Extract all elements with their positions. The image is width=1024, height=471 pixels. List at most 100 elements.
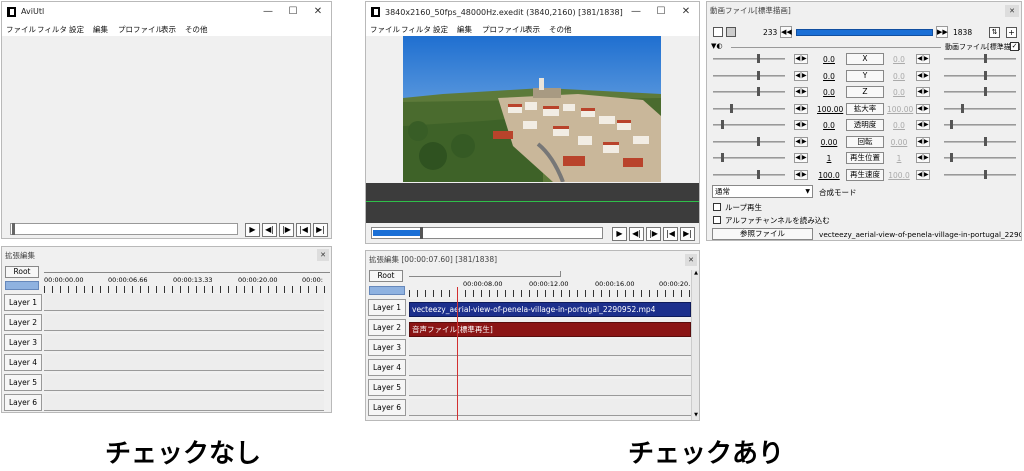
browse-file-button[interactable]: 参照ファイル xyxy=(712,228,813,240)
param-dec-right-icon[interactable]: ◀|▶ xyxy=(916,120,930,130)
scroll-down-icon[interactable]: ▼ xyxy=(692,412,699,420)
param-slider-thumb-left-6[interactable] xyxy=(721,153,724,162)
param-slider-thumb-right-0[interactable] xyxy=(984,54,987,63)
param-slider-thumb-left-4[interactable] xyxy=(721,120,724,129)
param-slider-left-7[interactable] xyxy=(713,173,785,176)
menu-view[interactable]: 表示 xyxy=(161,24,176,35)
param-dec-right-icon[interactable]: ◀|▶ xyxy=(916,136,930,147)
alpha-checkbox[interactable] xyxy=(713,216,721,224)
frame-prev-icon[interactable]: ◀◀ xyxy=(780,26,792,38)
menu-file[interactable]: ファイル xyxy=(370,24,400,35)
param-slider-right-0[interactable] xyxy=(944,58,1016,60)
seek-bar[interactable] xyxy=(371,227,603,239)
layout-icon-1[interactable] xyxy=(713,27,723,37)
param-slider-thumb-left-1[interactable] xyxy=(757,70,760,80)
param-button[interactable]: 透明度 xyxy=(846,119,884,131)
layer-label-1[interactable]: Layer 1 xyxy=(4,294,42,311)
menu-settings[interactable]: 設定 xyxy=(433,24,448,35)
param-button[interactable]: 拡大率 xyxy=(846,102,884,115)
layer-label-6[interactable]: Layer 6 xyxy=(4,394,42,411)
layer-label-3[interactable]: Layer 3 xyxy=(368,339,406,356)
go-start-icon[interactable]: |◀ xyxy=(663,227,678,241)
param-dec-right-icon[interactable]: ◀|▶ xyxy=(916,103,930,114)
loop-checkbox[interactable] xyxy=(713,203,721,211)
param-value-right[interactable]: 100.00 xyxy=(887,105,913,114)
param-value-left[interactable]: 0.00 xyxy=(817,138,841,147)
param-slider-thumb-left-7[interactable] xyxy=(757,169,760,179)
layer-label-6[interactable]: Layer 6 xyxy=(368,399,406,416)
param-value-left[interactable]: 0.0 xyxy=(817,88,841,97)
param-dec-left-icon[interactable]: ◀|▶ xyxy=(794,87,808,97)
param-slider-thumb-right-7[interactable] xyxy=(984,169,987,179)
param-slider-right-3[interactable] xyxy=(944,107,1016,110)
layer-track-2[interactable] xyxy=(44,314,324,331)
param-slider-right-6[interactable] xyxy=(944,157,1016,159)
root-button[interactable]: Root xyxy=(5,266,39,278)
param-value-right[interactable]: 0.0 xyxy=(887,72,911,81)
layer-label-2[interactable]: Layer 2 xyxy=(4,314,42,331)
minimize-button[interactable]: — xyxy=(625,4,647,20)
param-dec-right-icon[interactable]: ◀|▶ xyxy=(916,54,930,64)
param-slider-thumb-right-6[interactable] xyxy=(950,153,953,162)
param-dec-right-icon[interactable]: ◀|▶ xyxy=(916,70,930,81)
param-value-right[interactable]: 0.00 xyxy=(887,138,911,147)
menu-edit[interactable]: 編集 xyxy=(457,24,472,35)
param-dec-left-icon[interactable]: ◀|▶ xyxy=(794,169,808,180)
zoom-indicator[interactable] xyxy=(369,286,405,295)
param-slider-right-5[interactable] xyxy=(944,140,1016,143)
minimize-button[interactable]: — xyxy=(257,4,279,20)
param-slider-thumb-right-3[interactable] xyxy=(961,103,964,113)
menu-profile[interactable]: プロファイル xyxy=(482,24,527,35)
seek-bar[interactable] xyxy=(10,223,238,235)
ruler[interactable]: 00:00:08.00 00:00:12.00 00:00:16.00 00:0… xyxy=(409,270,691,298)
seek-thumb[interactable] xyxy=(12,223,15,235)
timeline-close-button[interactable]: ✕ xyxy=(317,249,329,261)
layer-track-4[interactable] xyxy=(44,354,324,371)
param-slider-right-4[interactable] xyxy=(944,124,1016,126)
param-button[interactable]: Z xyxy=(846,86,884,98)
param-value-right[interactable]: 100.0 xyxy=(887,171,911,180)
layer-label-2[interactable]: Layer 2 xyxy=(368,319,406,336)
menu-file[interactable]: ファイル xyxy=(6,24,36,35)
layer-track-1[interactable] xyxy=(44,294,324,311)
param-slider-thumb-left-5[interactable] xyxy=(757,136,760,146)
param-value-left[interactable]: 0.0 xyxy=(817,72,841,81)
play-icon[interactable]: ▶ xyxy=(612,227,627,241)
param-button[interactable]: Y xyxy=(846,69,884,82)
layer-label-1[interactable]: Layer 1 xyxy=(368,299,406,316)
param-value-left[interactable]: 0.0 xyxy=(817,121,841,130)
menu-view[interactable]: 表示 xyxy=(525,24,540,35)
param-slider-left-3[interactable] xyxy=(713,107,785,110)
audio-clip[interactable]: 音声ファイル[標準再生] xyxy=(409,322,691,337)
param-dec-left-icon[interactable]: ◀|▶ xyxy=(794,136,808,147)
param-value-right[interactable]: 1 xyxy=(887,154,911,163)
layer-track-3[interactable] xyxy=(44,334,324,351)
param-dec-left-icon[interactable]: ◀|▶ xyxy=(794,54,808,64)
menu-filter[interactable]: フィルタ xyxy=(401,24,431,35)
layer-track-3[interactable] xyxy=(409,339,691,356)
play-icon[interactable]: ▶ xyxy=(245,223,260,237)
root-button[interactable]: Root xyxy=(369,270,403,282)
layer-track-4[interactable] xyxy=(409,359,691,376)
layer-label-4[interactable]: Layer 4 xyxy=(4,354,42,371)
frame-next-icon[interactable]: ▶▶ xyxy=(936,26,948,38)
param-dec-right-icon[interactable]: ◀|▶ xyxy=(916,169,930,180)
menu-profile[interactable]: プロファイル xyxy=(118,24,163,35)
param-slider-thumb-right-1[interactable] xyxy=(984,70,987,80)
param-slider-left-2[interactable] xyxy=(713,91,785,93)
param-dec-right-icon[interactable]: ◀|▶ xyxy=(916,153,930,163)
go-start-icon[interactable]: |◀ xyxy=(296,223,311,237)
layer-track-5[interactable] xyxy=(409,379,691,396)
properties-close-button[interactable]: ✕ xyxy=(1005,5,1019,17)
param-slider-thumb-right-2[interactable] xyxy=(984,87,987,96)
param-slider-left-1[interactable] xyxy=(713,74,785,77)
blend-mode-select[interactable]: 通常 ▼ xyxy=(712,185,813,198)
timeline-close-button[interactable]: ✕ xyxy=(685,254,697,266)
layer-label-5[interactable]: Layer 5 xyxy=(368,379,406,396)
param-button[interactable]: 再生速度 xyxy=(846,168,884,181)
param-value-left[interactable]: 100.0 xyxy=(817,171,841,180)
param-slider-thumb-left-0[interactable] xyxy=(757,54,760,63)
close-button[interactable]: ✕ xyxy=(675,4,697,20)
param-slider-thumb-left-2[interactable] xyxy=(757,87,760,96)
param-value-left[interactable]: 1 xyxy=(817,154,841,163)
